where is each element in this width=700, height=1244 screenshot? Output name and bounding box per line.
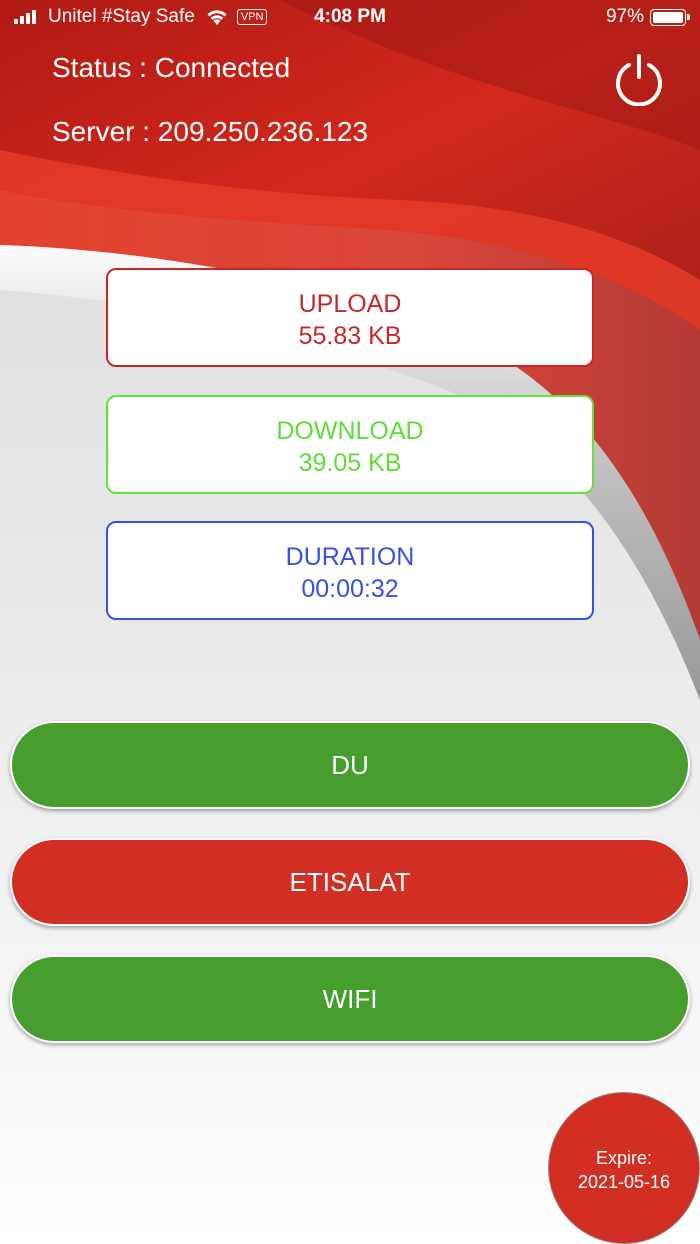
status-bar: Unitel #Stay Safe VPN 4:08 PM 97% <box>0 0 700 36</box>
du-button[interactable]: DU <box>10 721 690 809</box>
duration-stat-card: DURATION 00:00:32 <box>106 521 594 620</box>
etisalat-button[interactable]: ETISALAT <box>10 838 690 926</box>
status-time: 4:08 PM <box>314 6 386 27</box>
download-stat-card: DOWNLOAD 39.05 KB <box>106 395 594 494</box>
battery-percent: 97% <box>605 6 644 27</box>
upload-value: 55.83 KB <box>298 322 402 350</box>
background-artwork <box>0 0 700 700</box>
download-label: DOWNLOAD <box>276 417 424 445</box>
expire-label: Expire: <box>595 1148 653 1168</box>
upload-label: UPLOAD <box>298 290 402 318</box>
server-address: Server : 209.250.236.123 <box>52 116 369 147</box>
upload-stat-card: UPLOAD 55.83 KB <box>106 268 594 367</box>
connection-status: Status : Connected <box>52 52 291 83</box>
download-value: 39.05 KB <box>298 449 402 477</box>
duration-label: DURATION <box>285 543 415 571</box>
expire-date: 2021-05-16 <box>577 1172 671 1192</box>
wifi-button[interactable]: WIFI <box>10 955 690 1043</box>
power-icon[interactable] <box>612 52 666 106</box>
status-bar-right: 97% <box>605 6 690 28</box>
expire-badge: Expire: 2021-05-16 <box>548 1092 700 1244</box>
battery-icon <box>650 8 690 26</box>
duration-value: 00:00:32 <box>301 575 399 603</box>
